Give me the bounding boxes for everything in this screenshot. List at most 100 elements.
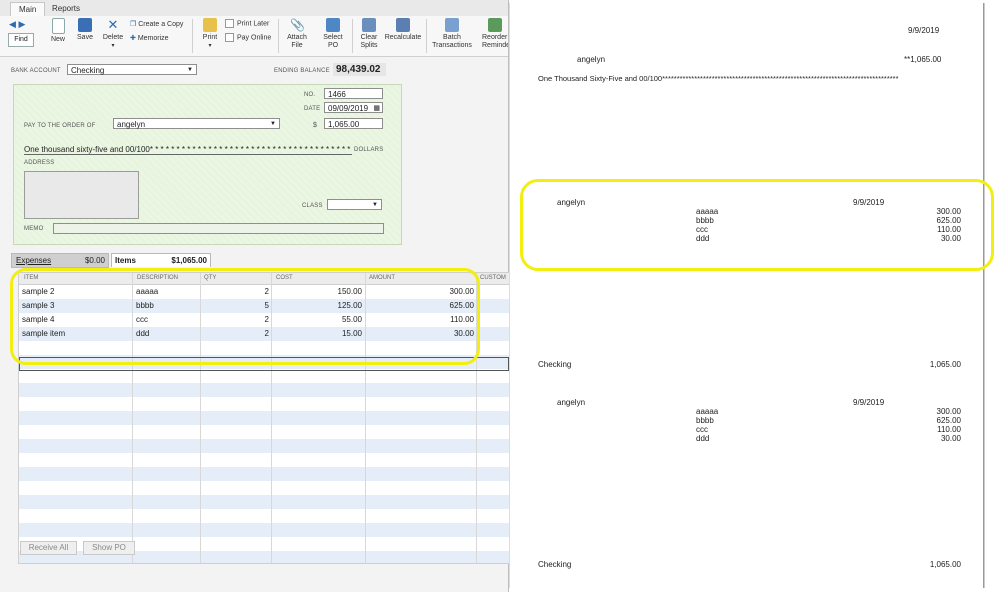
tab-items[interactable]: Items $1,065.00 bbox=[111, 253, 211, 267]
file-label: File bbox=[291, 42, 303, 49]
prev-arrow-icon[interactable]: ◀ bbox=[9, 19, 16, 29]
clear-label: Clear bbox=[360, 34, 378, 41]
stub2-amount: 110.00 bbox=[937, 425, 961, 434]
calculator-icon bbox=[396, 18, 410, 32]
print-later-checkbox[interactable]: Print Later bbox=[225, 19, 269, 28]
reorder-icon bbox=[488, 18, 502, 32]
address-label: ADDRESS bbox=[24, 160, 55, 166]
prev-next-arrows[interactable]: ◀ ▶ bbox=[9, 19, 25, 30]
find-button[interactable]: Find bbox=[8, 33, 34, 47]
tab-main[interactable]: Main bbox=[10, 2, 46, 16]
create-copy-label: Create a Copy bbox=[138, 21, 184, 28]
stub2-account: Checking bbox=[538, 560, 572, 569]
delete-dropdown-icon[interactable]: ▾ bbox=[101, 42, 125, 50]
reorder-reminder-button[interactable]: Reorder Reminder bbox=[482, 18, 508, 50]
amount-in-words: One thousand sixty-five and 00/100* * * … bbox=[24, 145, 352, 155]
stub2-amount: 625.00 bbox=[936, 416, 961, 425]
new-button[interactable]: New bbox=[48, 18, 68, 44]
recalculate-button[interactable]: Recalculate bbox=[384, 18, 422, 42]
print-later-checkbox-box[interactable] bbox=[225, 19, 234, 28]
memorize-icon: ✚ bbox=[130, 35, 136, 42]
preview-date: 9/9/2019 bbox=[908, 26, 940, 35]
check-date-label: DATE bbox=[304, 106, 321, 112]
dollar-sign: $ bbox=[313, 122, 318, 129]
address-field[interactable] bbox=[24, 171, 139, 219]
reorder-label: Reorder bbox=[482, 34, 508, 41]
stub2-desc: bbbb bbox=[696, 416, 714, 425]
expenses-amount: $0.00 bbox=[84, 256, 105, 265]
pay-to-label: PAY TO THE ORDER OF bbox=[24, 123, 96, 129]
tab-expenses[interactable]: Expenses $0.00 bbox=[11, 253, 109, 268]
memorize-button[interactable]: ✚ Memorize bbox=[130, 34, 169, 42]
printer-icon bbox=[203, 18, 217, 32]
items-amount: $1,065.00 bbox=[171, 256, 207, 265]
show-po-button[interactable]: Show PO bbox=[83, 541, 135, 555]
check-amount-field[interactable]: 1,065.00 bbox=[324, 118, 383, 129]
check-print-page: 9/9/2019 angelyn **1,065.00 One Thousand… bbox=[509, 3, 994, 588]
calendar-icon[interactable]: ▦ bbox=[373, 103, 380, 114]
ending-balance-label: ENDING BALANCE bbox=[274, 68, 330, 74]
memo-field[interactable] bbox=[53, 223, 384, 234]
items-label: Items bbox=[115, 256, 136, 265]
clear-splits-button[interactable]: Clear Splits bbox=[357, 18, 381, 50]
batch-transactions-button[interactable]: Batch Transactions bbox=[431, 18, 473, 50]
new-doc-icon bbox=[51, 18, 65, 34]
save-label: Save bbox=[77, 34, 93, 41]
check-form: NO. 1466 DATE 09/09/2019 ▦ PAY TO THE OR… bbox=[13, 84, 402, 245]
print-button[interactable]: Print ▾ bbox=[200, 18, 220, 50]
splits-label: Splits bbox=[360, 42, 378, 49]
delete-button[interactable]: ✕ Delete ▾ bbox=[101, 18, 125, 50]
stub-highlight-annotation bbox=[520, 179, 994, 271]
dollars-label: DOLLARS bbox=[354, 147, 384, 153]
bank-account-select[interactable]: Checking ▼ bbox=[67, 64, 197, 75]
select-label: Select bbox=[323, 34, 343, 41]
header-customer: CUSTOM bbox=[480, 275, 506, 281]
create-copy-button[interactable]: ❐ Create a Copy bbox=[130, 20, 183, 28]
attach-file-button[interactable]: 📎 Attach File bbox=[284, 18, 310, 50]
toolbar-divider bbox=[192, 19, 193, 53]
batch-label: Batch bbox=[443, 34, 461, 41]
clear-splits-icon bbox=[362, 18, 376, 32]
preview-amount: **1,065.00 bbox=[904, 55, 942, 64]
stub2-amount: 300.00 bbox=[936, 407, 961, 416]
bank-account-value: Checking bbox=[71, 66, 105, 75]
select-po-icon bbox=[326, 18, 340, 32]
attach-label: Attach bbox=[287, 34, 307, 41]
next-arrow-icon[interactable]: ▶ bbox=[18, 19, 25, 29]
stub2-desc: ddd bbox=[696, 434, 710, 443]
chevron-down-icon: ▼ bbox=[270, 121, 276, 127]
preview-amount-words: One Thousand Sixty-Five and 00/100******… bbox=[538, 74, 899, 83]
memo-label: MEMO bbox=[24, 226, 44, 232]
tab-reports[interactable]: Reports bbox=[44, 2, 88, 15]
save-disk-icon bbox=[78, 18, 92, 32]
write-checks-window: Main Reports ◀ ▶ Find New Save ✕ Delete … bbox=[0, 0, 510, 592]
delete-label: Delete bbox=[102, 34, 124, 41]
toolbar: ◀ ▶ Find New Save ✕ Delete ▾ ❐ Create a … bbox=[0, 16, 508, 57]
stub2-total: 1,065.00 bbox=[929, 560, 961, 569]
pay-online-checkbox-box[interactable] bbox=[225, 33, 234, 42]
stub2-desc: aaaaa bbox=[696, 407, 719, 416]
expenses-label: Expenses bbox=[16, 256, 52, 265]
pay-online-checkbox[interactable]: Pay Online bbox=[225, 33, 271, 42]
po-label: PO bbox=[327, 42, 339, 49]
transactions-label: Transactions bbox=[432, 42, 472, 49]
class-select[interactable]: ▼ bbox=[327, 199, 382, 210]
check-no-field[interactable]: 1466 bbox=[324, 88, 383, 99]
print-dropdown-icon[interactable]: ▾ bbox=[200, 42, 220, 50]
select-po-button[interactable]: Select PO bbox=[320, 18, 346, 50]
chevron-down-icon: ▼ bbox=[187, 67, 193, 73]
class-label: CLASS bbox=[302, 203, 323, 209]
receive-all-button[interactable]: Receive All bbox=[20, 541, 77, 555]
print-later-label: Print Later bbox=[237, 20, 270, 28]
print-label: Print bbox=[202, 34, 218, 41]
save-button[interactable]: Save bbox=[74, 18, 96, 42]
check-date-field[interactable]: 09/09/2019 ▦ bbox=[324, 102, 383, 113]
toolbar-divider bbox=[352, 19, 353, 53]
payee-select[interactable]: angelyn ▼ bbox=[113, 118, 280, 129]
ribbon-tabs: Main Reports bbox=[0, 0, 508, 17]
new-label: New bbox=[50, 36, 65, 43]
chevron-down-icon: ▼ bbox=[372, 202, 378, 208]
recalculate-label: Recalculate bbox=[384, 34, 422, 41]
batch-transactions-icon bbox=[445, 18, 459, 32]
check-no-label: NO. bbox=[304, 92, 316, 98]
